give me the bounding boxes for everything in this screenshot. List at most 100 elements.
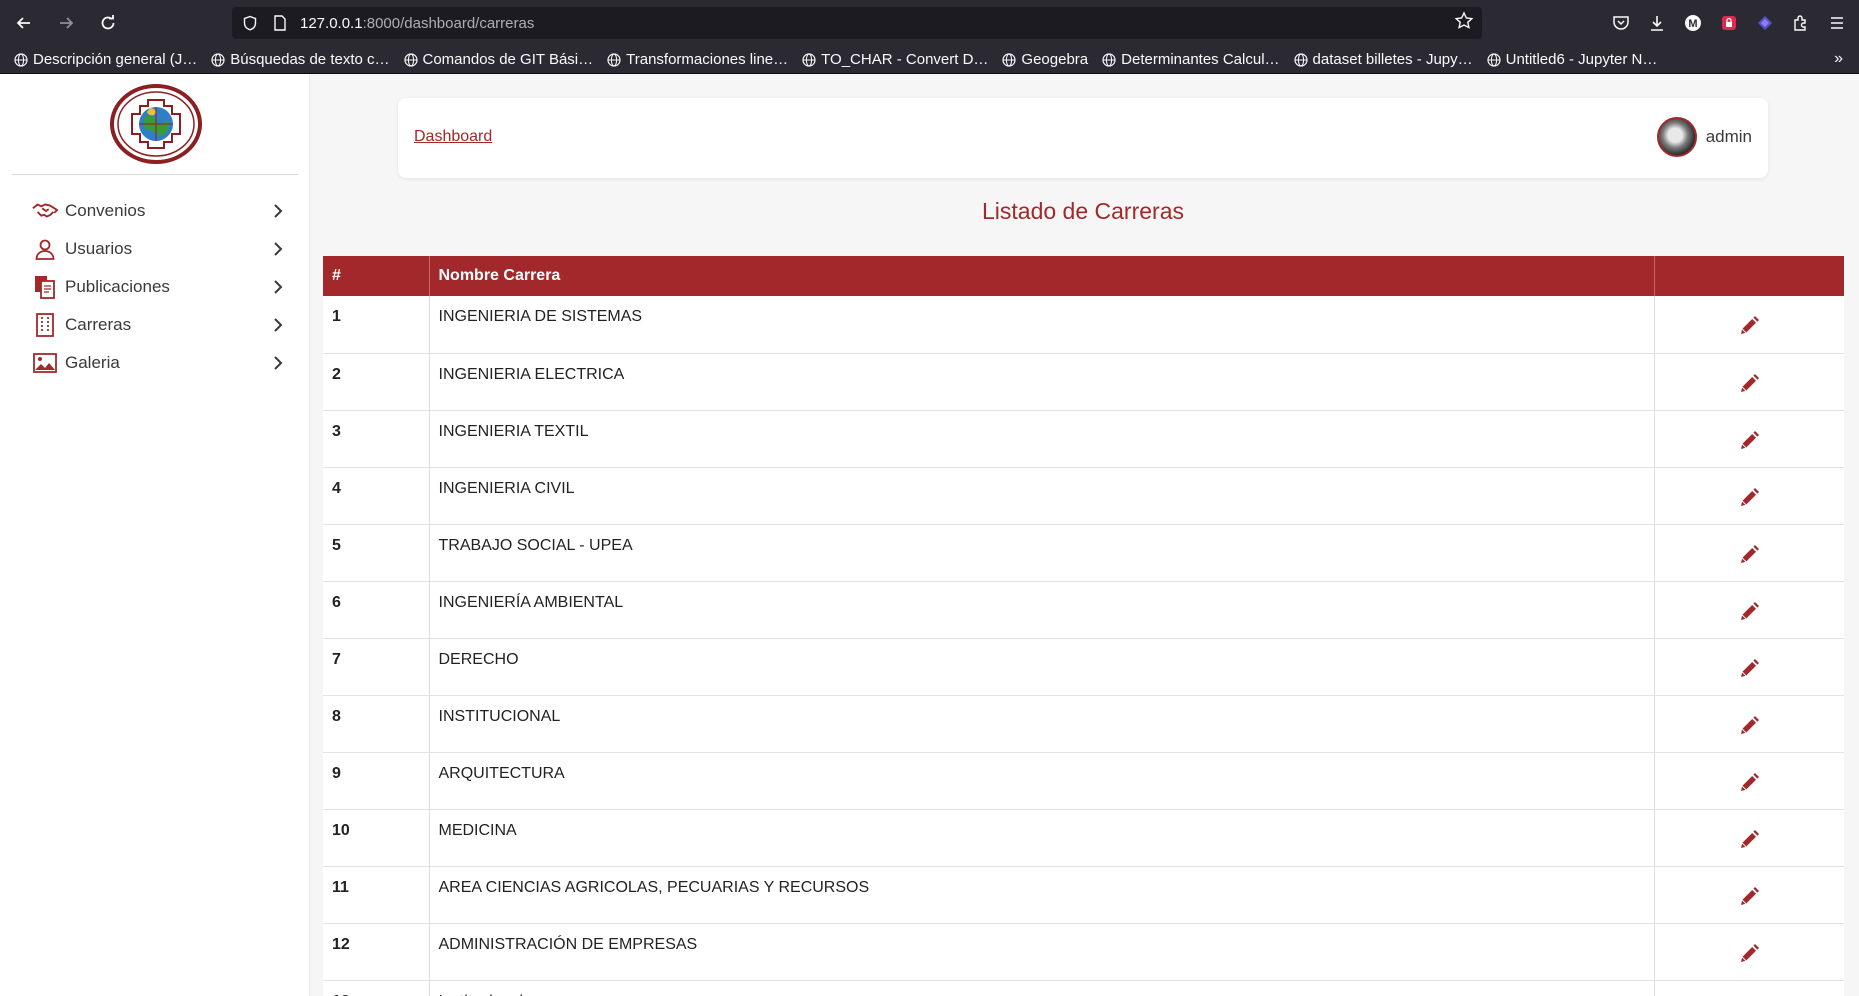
globe-icon <box>1487 52 1501 67</box>
menu-button[interactable] <box>1823 8 1851 38</box>
globe-icon <box>607 52 621 67</box>
row-actions <box>1654 296 1844 354</box>
chevron-right-icon <box>274 204 283 218</box>
back-button[interactable] <box>6 5 42 41</box>
edit-pencil-icon[interactable] <box>1737 942 1761 966</box>
sidebar-item-convenios[interactable]: Convenios <box>0 192 310 230</box>
edit-pencil-icon[interactable] <box>1737 429 1761 453</box>
extensions-button[interactable] <box>1787 8 1815 38</box>
edit-pencil-icon[interactable] <box>1737 600 1761 624</box>
row-actions <box>1654 524 1844 582</box>
pocket-button[interactable] <box>1607 8 1635 38</box>
row-carrera-name: TRABAJO SOCIAL - UPEA <box>429 524 1655 582</box>
edit-pencil-icon[interactable] <box>1737 657 1761 681</box>
globe-icon <box>1102 52 1116 67</box>
bookmark-star-icon[interactable] <box>1454 11 1474 36</box>
table-row: 9 ARQUITECTURA <box>323 752 1844 810</box>
row-number: 4 <box>323 467 430 525</box>
row-actions <box>1654 809 1844 867</box>
row-number: 1 <box>323 296 430 354</box>
row-actions <box>1654 581 1844 639</box>
chevron-right-icon <box>274 356 283 370</box>
bookmark-item[interactable]: Búsquedas de texto c… <box>211 51 390 68</box>
row-number: 2 <box>323 353 430 411</box>
edit-pencil-icon[interactable] <box>1737 828 1761 852</box>
row-carrera-name: DERECHO <box>429 638 1655 696</box>
sidebar-item-label: Usuarios <box>65 239 133 258</box>
row-number: 9 <box>323 752 430 810</box>
extension-purple-button[interactable] <box>1751 8 1779 38</box>
sidebar-item-usuarios[interactable]: Usuarios <box>0 230 310 268</box>
reload-icon <box>101 15 115 30</box>
avatar[interactable] <box>1656 117 1697 157</box>
image-icon <box>32 350 58 376</box>
documents-icon <box>32 274 58 300</box>
globe-icon <box>403 52 418 67</box>
table-row: 7 DERECHO <box>323 638 1844 696</box>
bookmarks-toolbar: Descripción general (J… Búsquedas de tex… <box>0 46 1859 74</box>
user-icon <box>32 236 58 262</box>
downloads-button[interactable] <box>1643 8 1671 38</box>
row-number: 13 <box>323 980 430 996</box>
forward-button[interactable] <box>48 5 84 41</box>
row-carrera-name: INGENIERIA ELECTRICA <box>429 353 1655 411</box>
user-menu[interactable]: admin <box>1656 117 1752 157</box>
breadcrumb-dashboard-link[interactable]: Dashboard <box>414 128 492 146</box>
reload-button[interactable] <box>90 5 126 41</box>
edit-pencil-icon[interactable] <box>1737 543 1761 567</box>
carreras-table: # Nombre Carrera 1 INGENIERIA DE SISTEMAS… <box>323 256 1844 996</box>
table-row: 3 INGENIERIA TEXTIL <box>323 410 1844 468</box>
table-row: 5 TRABAJO SOCIAL - UPEA <box>323 524 1844 582</box>
bookmark-item[interactable]: Determinantes Calcul… <box>1102 51 1280 68</box>
sidebar-item-label: Convenios <box>65 201 146 220</box>
row-carrera-name: INSTITUCIONAL <box>429 695 1655 753</box>
row-actions <box>1654 866 1844 924</box>
row-actions <box>1654 923 1844 981</box>
row-carrera-name: INGENIERÍA AMBIENTAL <box>429 581 1655 639</box>
bookmark-item[interactable]: Descripción general (J… <box>14 51 197 68</box>
arrow-left-icon <box>16 17 30 29</box>
globe-icon <box>802 52 816 67</box>
row-actions <box>1654 353 1844 411</box>
bookmark-item[interactable]: Transformaciones line… <box>607 51 788 68</box>
bookmarks-overflow-icon[interactable]: » <box>1834 50 1843 68</box>
arrow-right-icon <box>60 17 74 29</box>
edit-pencil-icon[interactable] <box>1737 885 1761 909</box>
sidebar-item-carreras[interactable]: Carreras <box>0 306 310 344</box>
row-actions <box>1654 695 1844 753</box>
table-row: 10 MEDICINA <box>323 809 1844 867</box>
row-actions <box>1654 752 1844 810</box>
top-header: Dashboard admin <box>398 98 1768 178</box>
shield-icon[interactable] <box>238 11 262 35</box>
table-row: 2 INGENIERIA ELECTRICA <box>323 353 1844 411</box>
address-bar[interactable]: 127.0.0.1:8000/dashboard/carreras <box>232 7 1482 39</box>
purple-gem-icon <box>1758 16 1772 30</box>
chevron-right-icon <box>274 318 283 332</box>
edit-pencil-icon[interactable] <box>1737 314 1761 338</box>
edit-pencil-icon[interactable] <box>1737 771 1761 795</box>
column-header-name: Nombre Carrera <box>429 256 1655 296</box>
edit-pencil-icon[interactable] <box>1737 372 1761 396</box>
logo[interactable] <box>110 84 202 164</box>
sidebar-item-galeria[interactable]: Galeria <box>0 344 310 382</box>
page-icon <box>268 11 292 35</box>
row-carrera-name: AREA CIENCIAS AGRICOLAS, PECUARIAS Y REC… <box>429 866 1655 924</box>
edit-pencil-icon[interactable] <box>1737 714 1761 738</box>
bookmark-item[interactable]: Geogebra <box>1002 51 1088 68</box>
bookmark-item[interactable]: Comandos de GIT Bási… <box>403 51 593 68</box>
user-name: admin <box>1705 127 1752 146</box>
account-button[interactable]: M <box>1679 8 1707 38</box>
sidebar-item-label: Galeria <box>65 353 120 372</box>
extension-red-button[interactable] <box>1715 8 1743 38</box>
bookmark-item[interactable]: dataset billetes - Jupy… <box>1293 51 1473 68</box>
bookmark-item[interactable]: TO_CHAR - Convert D… <box>802 51 988 68</box>
edit-pencil-icon[interactable] <box>1737 486 1761 510</box>
table-row: 12 ADMINISTRACIÓN DE EMPRESAS <box>323 923 1844 981</box>
bookmark-item[interactable]: Untitled6 - Jupyter N… <box>1487 51 1657 68</box>
svg-text:M: M <box>1688 18 1697 30</box>
globe-icon <box>1293 52 1308 67</box>
chevron-right-icon <box>274 242 283 256</box>
sidebar-item-publicaciones[interactable]: Publicaciones <box>0 268 310 306</box>
account-icon: M <box>1685 15 1701 31</box>
row-carrera-name: Institucional <box>429 980 1655 996</box>
